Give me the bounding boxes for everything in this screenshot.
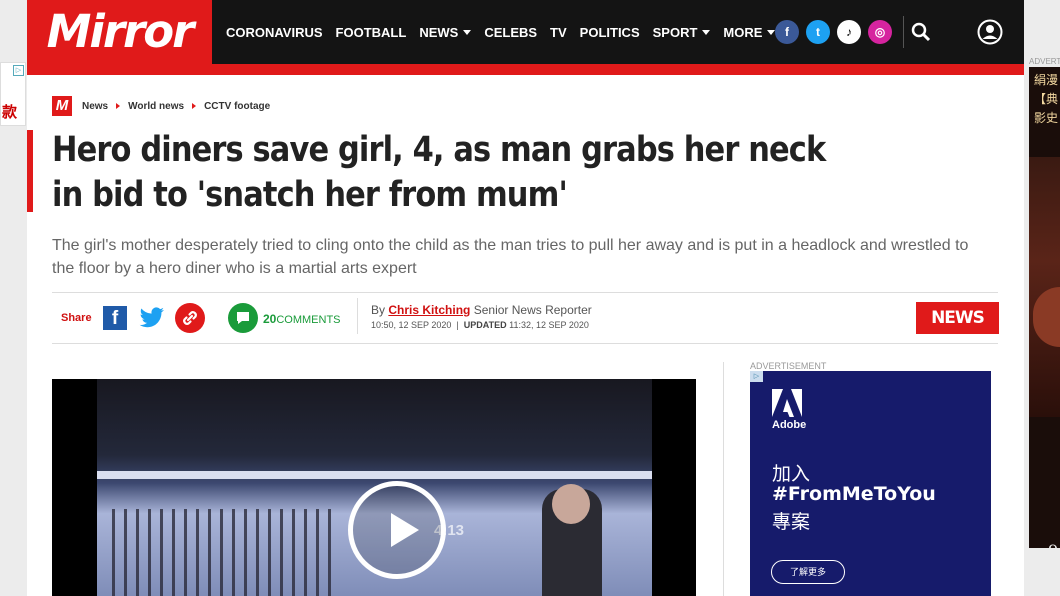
breadcrumb-world-news[interactable]: World news: [128, 101, 184, 112]
twitter-share-icon[interactable]: [139, 306, 165, 330]
nav-label: CORONAVIRUS: [226, 24, 323, 40]
article-dates: 10:50, 12 SEP 2020 | UPDATED 11:32, 12 S…: [371, 320, 589, 330]
video-scene-fence: [112, 509, 332, 596]
breadcrumb-arrow-icon: [116, 103, 121, 109]
search-icon[interactable]: [911, 22, 931, 42]
comments-label: COMMENTS: [276, 314, 341, 326]
article-headline: Hero diners save girl, 4, as man grabs h…: [52, 130, 826, 215]
byline-by: By: [371, 303, 386, 317]
nav-label: MORE: [723, 24, 763, 40]
header-red-strip: [27, 64, 1024, 75]
nav-item-politics[interactable]: POLITICS: [580, 25, 640, 40]
play-button[interactable]: [348, 481, 446, 579]
meta-divider-top: [52, 292, 998, 293]
nav-item-sport[interactable]: SPORT: [653, 25, 711, 40]
headline-accent-bar: [27, 130, 33, 212]
video-player[interactable]: 4:13: [52, 379, 696, 596]
nav-item-tv[interactable]: TV: [550, 25, 567, 40]
comments-link[interactable]: 20COMMENTS: [263, 312, 341, 326]
social-links: f t ♪ ◎: [775, 20, 899, 44]
advertisement-label: ADVERTISEMENT: [750, 361, 827, 371]
nav-label: POLITICS: [579, 24, 640, 40]
meta-divider-bottom: [52, 343, 998, 344]
updated-label: UPDATED: [463, 320, 507, 330]
article-standfirst: The girl's mother desperately tried to c…: [52, 237, 969, 277]
author-link[interactable]: Chris Kitching: [388, 303, 470, 317]
facebook-share-icon[interactable]: f: [103, 306, 127, 330]
nav-item-more[interactable]: MORE: [723, 24, 776, 40]
main-nav: CORONAVIRUS FOOTBALL NEWS CELEBS TV POLI…: [226, 0, 788, 64]
byline: By Chris Kitching Senior News Reporter: [371, 303, 592, 317]
chevron-down-icon: [463, 29, 472, 35]
tiktok-icon[interactable]: ♪: [837, 20, 861, 44]
ad-line-2: #FromMeToYou: [772, 483, 936, 505]
published-time: 10:50, 12 SEP 2020: [371, 320, 452, 330]
adchoices-icon[interactable]: ▷: [750, 371, 763, 382]
play-icon: [391, 513, 419, 547]
right-advert-text: 絹漫【典影史: [1034, 73, 1059, 125]
right-advert-label: ADVERT: [1029, 57, 1060, 67]
article-page: Mirror CORONAVIRUS FOOTBALL NEWS CELEBS …: [27, 0, 1024, 596]
section-tag[interactable]: NEWS: [916, 302, 999, 334]
right-advert-number: 9: [1048, 541, 1058, 548]
chevron-down-icon: [702, 29, 711, 35]
breadcrumb: M News World news CCTV footage: [52, 96, 270, 116]
nav-item-news[interactable]: NEWS: [419, 24, 472, 40]
adobe-logo-icon: [772, 389, 802, 417]
left-advert[interactable]: ▷ 款: [0, 62, 26, 126]
instagram-icon[interactable]: ◎: [868, 20, 892, 44]
account-icon[interactable]: [977, 19, 1003, 45]
author-role: Senior News Reporter: [473, 303, 592, 317]
breadcrumb-cctv-footage[interactable]: CCTV footage: [204, 101, 270, 112]
ad-line-1: 加入: [772, 463, 811, 485]
copy-link-icon[interactable]: [175, 303, 205, 333]
video-scene-head: [552, 484, 590, 524]
breadcrumb-arrow-icon: [192, 103, 197, 109]
nav-item-football[interactable]: FOOTBALL: [336, 25, 407, 40]
sidebar-advert[interactable]: ▷ Adobe 加入 #FromMeToYou 專案 了解更多: [750, 371, 991, 596]
nav-label: TV: [550, 24, 567, 40]
site-header: Mirror CORONAVIRUS FOOTBALL NEWS CELEBS …: [27, 0, 1024, 64]
facebook-icon[interactable]: f: [775, 20, 799, 44]
mirror-logo[interactable]: Mirror: [27, 0, 212, 64]
adchoices-icon[interactable]: ▷: [13, 65, 24, 76]
video-scene-rail: [97, 471, 652, 479]
meta-divider-vertical: [357, 298, 358, 334]
nav-label: FOOTBALL: [335, 24, 407, 40]
ad-line-3: 專案: [772, 511, 811, 533]
nav-label: SPORT: [652, 24, 698, 40]
nav-item-coronavirus[interactable]: CORONAVIRUS: [226, 25, 323, 40]
sidebar-divider: [723, 362, 724, 596]
share-label: Share: [61, 312, 92, 324]
comments-icon[interactable]: [228, 303, 258, 333]
mirror-badge-icon[interactable]: M: [52, 96, 72, 116]
nav-label: NEWS: [419, 24, 459, 40]
nav-item-celebs[interactable]: CELEBS: [484, 25, 537, 40]
updated-time: 11:32, 12 SEP 2020: [509, 320, 589, 330]
speech-bubble-icon: [237, 312, 249, 324]
breadcrumb-news[interactable]: News: [82, 101, 108, 112]
comments-count: 20: [263, 312, 277, 326]
left-advert-text: 款: [2, 103, 18, 121]
ad-learn-more-button[interactable]: 了解更多: [771, 560, 845, 584]
twitter-icon[interactable]: t: [806, 20, 830, 44]
nav-label: CELEBS: [484, 24, 538, 40]
adobe-brand: Adobe: [772, 419, 807, 431]
link-icon: [183, 311, 197, 325]
right-advert[interactable]: ADVERT 絹漫【典影史 9: [1029, 57, 1060, 548]
header-divider: [903, 16, 904, 48]
